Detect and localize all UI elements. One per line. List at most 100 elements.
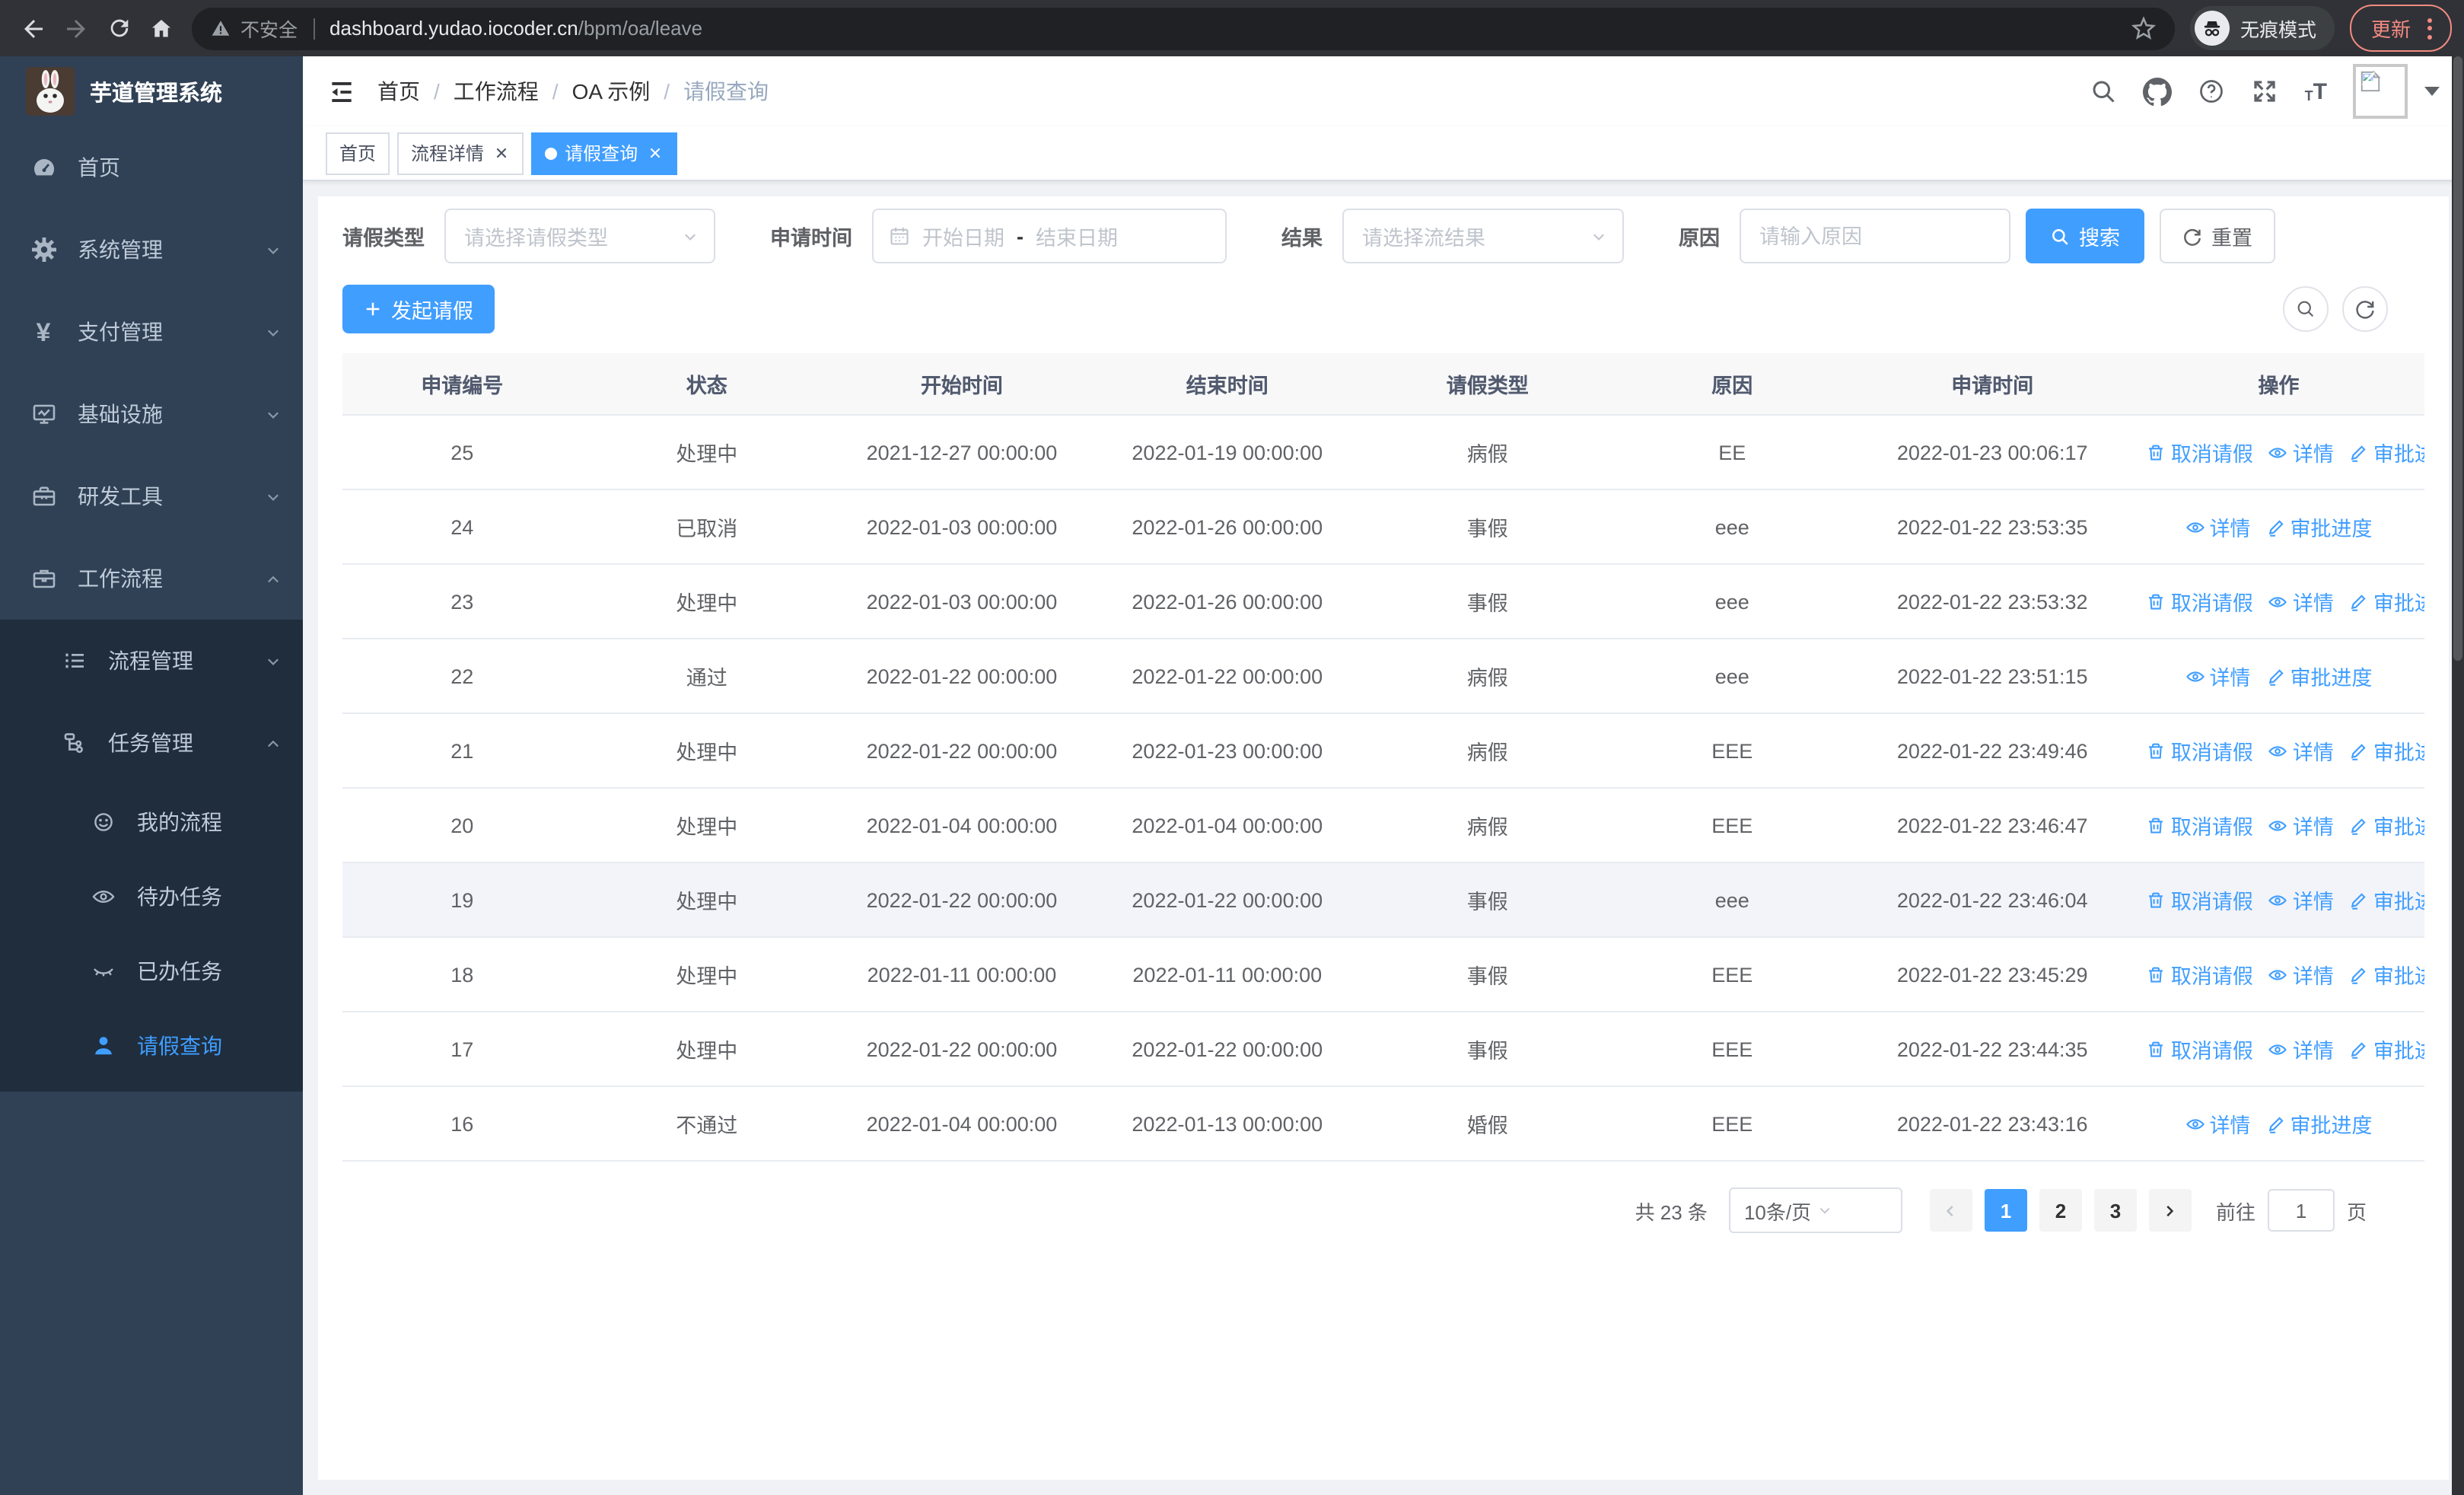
action-detail-link[interactable]: 详情 (2268, 959, 2334, 990)
kebab-menu-icon[interactable] (2424, 14, 2435, 42)
scrollbar[interactable] (2452, 56, 2464, 1495)
font-size-icon[interactable]: TT (2305, 80, 2327, 103)
browser-address-bar[interactable]: 不安全 dashboard.yudao.iocoder.cn/bpm/oa/le… (192, 7, 2175, 49)
action-detail-link[interactable]: 详情 (2268, 1034, 2334, 1064)
breadcrumb-oa-example[interactable]: OA 示例 (572, 76, 651, 107)
browser-reload-button[interactable] (97, 7, 140, 49)
action-detail-link[interactable]: 详情 (2268, 735, 2334, 766)
pen-icon (2351, 594, 2367, 610)
sidebar-item-todo-tasks[interactable]: 待办任务 (0, 859, 303, 933)
action-progress-link[interactable]: 审批进度 (2349, 959, 2424, 990)
action-progress-link[interactable]: 审批进度 (2349, 885, 2424, 915)
action-detail-link[interactable]: 详情 (2185, 1108, 2250, 1139)
bookmark-star-icon[interactable] (2131, 15, 2157, 41)
action-detail-link[interactable]: 详情 (2185, 661, 2250, 691)
table-row[interactable]: 25 处理中 2021-12-27 00:00:00 2022-01-19 00… (342, 415, 2424, 490)
action-cancel-link[interactable]: 取消请假 (2147, 810, 2253, 840)
prev-page-button[interactable] (1929, 1189, 1972, 1232)
action-progress-link[interactable]: 审批进度 (2349, 810, 2424, 840)
reason-input[interactable] (1740, 209, 2010, 263)
action-detail-link[interactable]: 详情 (2268, 810, 2334, 840)
search-icon[interactable] (2090, 78, 2118, 105)
help-icon[interactable] (2198, 78, 2226, 105)
result-select[interactable]: 请选择流结果 (1342, 209, 1624, 263)
action-progress-link[interactable]: 审批进度 (2349, 735, 2424, 766)
apply-time-range-picker[interactable]: 开始日期 - 结束日期 (872, 209, 1227, 263)
leave-type-select[interactable]: 请选择请假类型 (444, 209, 715, 263)
page-button-3[interactable]: 3 (2093, 1189, 2137, 1232)
create-leave-button[interactable]: 发起请假 (342, 285, 495, 333)
action-progress-link[interactable]: 审批进度 (2265, 512, 2372, 542)
table-row[interactable]: 17 处理中 2022-01-22 00:00:00 2022-01-22 00… (342, 1012, 2424, 1087)
action-cancel-link[interactable]: 取消请假 (2147, 885, 2253, 915)
action-cancel-link[interactable]: 取消请假 (2147, 586, 2253, 617)
table-row[interactable]: 19 处理中 2022-01-22 00:00:00 2022-01-22 00… (342, 862, 2424, 938)
breadcrumb-home[interactable]: 首页 (377, 76, 420, 107)
insecure-warning-icon[interactable] (210, 18, 231, 38)
page-button-1[interactable]: 1 (1984, 1189, 2027, 1232)
avatar-dropdown-caret-icon[interactable] (2424, 87, 2440, 96)
sidebar-item-home[interactable]: 首页 (0, 126, 303, 209)
cell-actions: 取消请假详情审批进度 (2132, 937, 2424, 1012)
app-logo[interactable]: 芋道管理系统 (0, 56, 303, 126)
table-toolbar: 发起请假 (342, 285, 2424, 333)
table-row[interactable]: 23 处理中 2022-01-03 00:00:00 2022-01-26 00… (342, 564, 2424, 639)
action-cancel-link[interactable]: 取消请假 (2147, 735, 2253, 766)
sidebar-item-payment[interactable]: ¥ 支付管理 (0, 291, 303, 373)
close-icon[interactable] (645, 144, 664, 162)
fullscreen-icon[interactable] (2252, 78, 2279, 105)
action-cancel-link[interactable]: 取消请假 (2147, 437, 2253, 467)
github-icon[interactable] (2143, 77, 2173, 106)
sidebar-collapse-button[interactable] (327, 77, 356, 106)
cell-apply-id: 19 (342, 862, 582, 938)
browser-home-button[interactable] (140, 7, 183, 49)
search-button[interactable]: 搜索 (2026, 209, 2144, 263)
table-row[interactable]: 21 处理中 2022-01-22 00:00:00 2022-01-23 00… (342, 713, 2424, 789)
action-cancel-link[interactable]: 取消请假 (2147, 959, 2253, 990)
tab-leave-query[interactable]: 请假查询 (531, 132, 678, 174)
close-icon[interactable] (492, 144, 510, 162)
tab-process-detail[interactable]: 流程详情 (397, 132, 524, 174)
sidebar-item-infrastructure[interactable]: 基础设施 (0, 373, 303, 455)
show-search-toggle-button[interactable] (2283, 286, 2329, 332)
action-progress-link[interactable]: 审批进度 (2349, 437, 2424, 467)
table-row[interactable]: 20 处理中 2022-01-04 00:00:00 2022-01-04 00… (342, 788, 2424, 863)
action-progress-link[interactable]: 审批进度 (2265, 1108, 2372, 1139)
table-row[interactable]: 24 已取消 2022-01-03 00:00:00 2022-01-26 00… (342, 489, 2424, 565)
action-progress-link[interactable]: 审批进度 (2265, 661, 2372, 691)
action-cancel-link[interactable]: 取消请假 (2147, 1034, 2253, 1064)
action-detail-link[interactable]: 详情 (2185, 512, 2250, 542)
action-detail-link[interactable]: 详情 (2268, 586, 2334, 617)
next-page-button[interactable] (2148, 1189, 2192, 1232)
action-progress-link[interactable]: 审批进度 (2349, 1034, 2424, 1064)
refresh-table-button[interactable] (2342, 286, 2388, 332)
avatar[interactable] (2353, 64, 2408, 119)
sidebar-item-my-processes[interactable]: 我的流程 (0, 784, 303, 859)
breadcrumb-workflow[interactable]: 工作流程 (454, 76, 539, 107)
cell-leave-type: 事假 (1362, 564, 1612, 639)
reset-button[interactable]: 重置 (2160, 209, 2275, 263)
sidebar-item-done-tasks[interactable]: 已办任务 (0, 933, 303, 1008)
action-progress-link[interactable]: 审批进度 (2349, 586, 2424, 617)
browser-forward-button[interactable] (55, 7, 97, 49)
pen-icon (2268, 668, 2284, 685)
cell-leave-type: 病假 (1362, 415, 1612, 490)
sidebar-item-process-management[interactable]: 流程管理 (0, 620, 303, 702)
tab-home[interactable]: 首页 (326, 132, 390, 174)
table-row[interactable]: 18 处理中 2022-01-11 00:00:00 2022-01-11 00… (342, 937, 2424, 1012)
sidebar-item-system[interactable]: 系统管理 (0, 209, 303, 291)
page-button-2[interactable]: 2 (2039, 1189, 2082, 1232)
goto-page-input[interactable] (2267, 1189, 2335, 1232)
sidebar-item-workflow[interactable]: 工作流程 (0, 537, 303, 620)
page-size-select[interactable]: 10条/页 (1728, 1187, 1902, 1233)
sidebar-item-task-management[interactable]: 任务管理 (0, 702, 303, 784)
browser-back-button[interactable] (12, 7, 55, 49)
action-detail-link[interactable]: 详情 (2268, 437, 2334, 467)
scrollbar-thumb[interactable] (2453, 56, 2462, 661)
sidebar-item-leave-query[interactable]: 请假查询 (0, 1008, 303, 1082)
table-row[interactable]: 16 不通过 2022-01-04 00:00:00 2022-01-13 00… (342, 1086, 2424, 1162)
browser-menu-button[interactable]: 更新 (2349, 5, 2452, 52)
action-detail-link[interactable]: 详情 (2268, 885, 2334, 915)
table-row[interactable]: 22 通过 2022-01-22 00:00:00 2022-01-22 00:… (342, 639, 2424, 714)
sidebar-item-dev-tools[interactable]: 研发工具 (0, 455, 303, 537)
